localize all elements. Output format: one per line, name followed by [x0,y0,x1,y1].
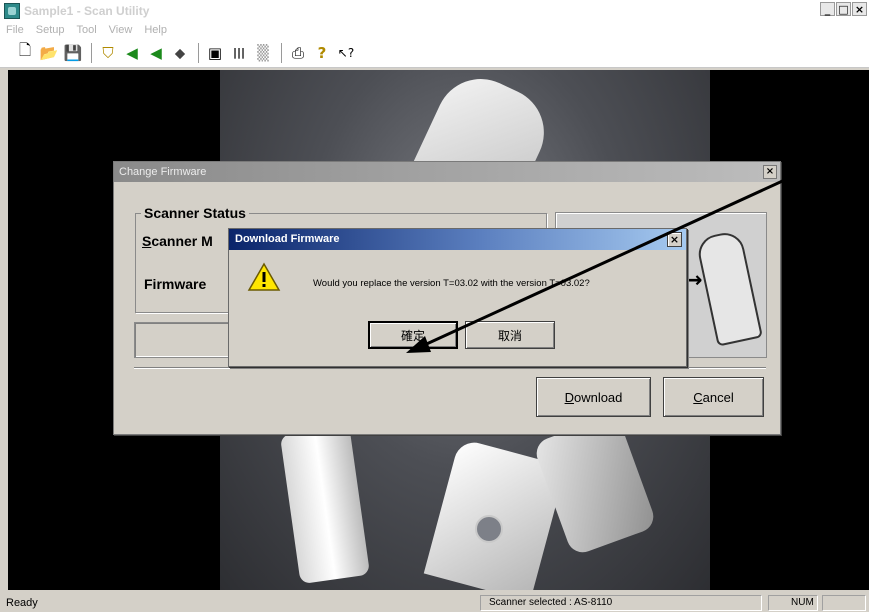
status-panel-empty [822,595,866,611]
scanner-model-label: Scanner M [142,233,213,249]
firmware-label: Firmware [144,276,207,292]
dialog-title: Download Firmware [229,229,686,250]
context-help-icon[interactable]: ↖? [335,42,357,64]
scan-utility-window: Sample1 - Scan Utility _ □ × File Setup … [0,0,869,612]
handheld-scanner-icon [695,229,763,347]
dialog-title: Change Firmware [114,162,780,182]
num-lock-indicator: NUM [768,595,818,611]
receive-icon[interactable]: ◀ [145,42,167,64]
divider [134,367,766,369]
send-icon[interactable]: ◀ [121,42,143,64]
app-icon [4,2,20,19]
download-firmware-dialog: Download Firmware × Would you replace th… [228,228,687,367]
window-controls: _ □ × [820,2,867,16]
scanner-model-label-text: canner M [151,233,213,249]
download-label: ownload [573,389,623,405]
window-title: Sample1 - Scan Utility [24,3,150,18]
menu-view[interactable]: View [109,24,133,36]
picture-icon[interactable]: ▣ [204,42,226,64]
scanner-stand-image [279,425,371,585]
download-mnemonic: D [564,389,574,405]
ok-button[interactable]: 確定 [368,321,458,349]
group-label: Scanner Status [141,205,249,221]
menu-setup[interactable]: Setup [36,24,65,36]
menu-help[interactable]: Help [144,24,167,36]
confirm-message: Would you replace the version T=03.02 wi… [313,278,590,289]
toolbar-separator [198,42,199,63]
title-bar: Sample1 - Scan Utility _ □ × [0,0,869,21]
toolbar: 🗋 📂 💾 ⛉ ◀ ◀ ⬥ ▣ ||| ▒ ⎙ ? ↖? [0,38,869,68]
status-text: Ready [6,597,38,609]
save-icon[interactable]: 💾 [62,42,84,64]
print-icon[interactable]: ⎙ [287,42,309,64]
pattern-icon[interactable]: ▒ [252,42,274,64]
menu-tool[interactable]: Tool [76,24,96,36]
warning-icon [247,262,281,291]
barcode-icon[interactable]: ||| [228,42,250,64]
scanner-logo-image [475,515,503,543]
menu-bar: File Setup Tool View Help [0,21,869,38]
scanner-selected-status: Scanner selected : AS-8110 [480,595,762,611]
download-button[interactable]: Download [536,377,651,417]
toolbar-separator [281,42,282,63]
help-icon[interactable]: ? [311,42,333,64]
scanner-icon[interactable]: ⛉ [97,42,119,64]
toolbar-separator [91,42,92,63]
tag-icon[interactable]: ⬥ [169,42,191,64]
status-bar: Ready Scanner selected : AS-8110 NUM [0,594,869,612]
new-file-icon[interactable]: 🗋 [14,41,36,64]
maximize-button[interactable]: □ [836,2,851,16]
close-icon[interactable]: × [667,232,682,247]
cancel-label: ancel [702,389,734,405]
cancel-button[interactable]: Cancel [663,377,764,417]
minimize-button[interactable]: _ [820,2,835,16]
menu-file[interactable]: File [6,24,24,36]
cancel-mnemonic: C [693,389,703,405]
close-button[interactable]: × [852,2,867,16]
cancel-button[interactable]: 取消 [465,321,555,349]
open-folder-icon[interactable]: 📂 [38,42,60,64]
close-icon[interactable]: × [763,165,777,179]
